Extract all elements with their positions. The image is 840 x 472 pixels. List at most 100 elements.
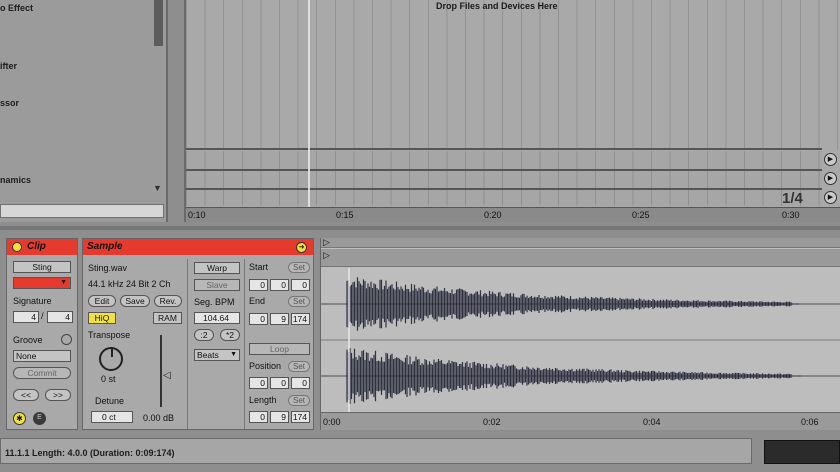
browser-item[interactable]: namics bbox=[0, 175, 31, 185]
reverse-button[interactable]: Rev. bbox=[154, 295, 182, 307]
length-bar[interactable]: 0 bbox=[249, 411, 268, 423]
gain-slider-thumb-icon[interactable]: ◁ bbox=[163, 370, 171, 381]
end-sixteenth[interactable]: 174 bbox=[291, 313, 310, 325]
track-lane[interactable] bbox=[186, 171, 822, 189]
play-icon[interactable]: ▶ bbox=[824, 191, 837, 204]
sample-filename: Sting.wav bbox=[88, 263, 128, 273]
transpose-value: 0 st bbox=[101, 374, 116, 384]
transpose-knob[interactable] bbox=[99, 347, 123, 371]
segbpm-field[interactable]: 104.64 bbox=[194, 312, 240, 324]
status-bar: 11.1.1 Length: 4.0.0 (Duration: 0:09:174… bbox=[0, 438, 752, 464]
loop-marker-icon[interactable]: ▷ bbox=[323, 250, 330, 261]
marker-lane[interactable]: ▷ bbox=[321, 238, 840, 248]
overview-thumbnail[interactable] bbox=[764, 440, 840, 464]
length-beat[interactable]: 9 bbox=[270, 411, 289, 423]
track-divider bbox=[186, 148, 822, 150]
position-sixteenth[interactable]: 0 bbox=[291, 377, 310, 389]
time-ruler[interactable]: 0:10 0:15 0:20 0:25 0:30 bbox=[186, 207, 840, 222]
browser-panel: o Effect ifter ssor namics ▼ bbox=[0, 0, 168, 222]
envelope-icon[interactable]: E bbox=[33, 412, 46, 425]
length-label: Length bbox=[249, 395, 277, 405]
warp-mode-value: Beats bbox=[197, 350, 219, 360]
ruler-label: 0:02 bbox=[483, 417, 501, 427]
start-bar[interactable]: 0 bbox=[249, 279, 268, 291]
end-label: End bbox=[249, 296, 266, 306]
warp-toggle[interactable]: Warp bbox=[194, 262, 240, 274]
groove-select[interactable]: None bbox=[13, 350, 71, 362]
insert-marker bbox=[308, 0, 310, 208]
start-sixteenth[interactable]: 0 bbox=[291, 279, 310, 291]
arrow-right-icon[interactable]: ➜ bbox=[296, 242, 307, 253]
detune-field[interactable]: 0 ct bbox=[91, 411, 133, 423]
dropdown-arrow-icon: ▼ bbox=[230, 351, 237, 358]
browser-item[interactable]: ifter bbox=[0, 61, 17, 71]
start-marker-icon[interactable]: ▷ bbox=[323, 238, 330, 248]
clip-name-field[interactable]: Sting bbox=[13, 261, 71, 273]
waveform bbox=[321, 268, 840, 412]
sample-panel: Sample ➜ Sting.wav 44.1 kHz 24 Bit 2 Ch … bbox=[82, 238, 314, 430]
browser-search-field[interactable] bbox=[0, 204, 164, 218]
column-divider bbox=[244, 259, 245, 429]
ruler-label: 0:15 bbox=[336, 210, 354, 220]
ruler-label: 0:00 bbox=[323, 417, 341, 427]
launch-icon[interactable]: ✱ bbox=[13, 412, 26, 425]
ruler-label: 0:04 bbox=[643, 417, 661, 427]
sample-header: Sample bbox=[83, 239, 313, 255]
signature-label: Signature bbox=[13, 296, 52, 306]
double-tempo-button[interactable]: *2 bbox=[220, 329, 240, 341]
sample-ruler[interactable]: 0:00 0:02 0:04 0:06 bbox=[321, 412, 840, 430]
end-set-button[interactable]: Set bbox=[288, 296, 310, 307]
end-beat[interactable]: 9 bbox=[270, 313, 289, 325]
scroll-down-icon[interactable]: ▼ bbox=[153, 183, 162, 193]
loop-toggle[interactable]: Loop bbox=[249, 343, 310, 355]
ruler-label: 0:25 bbox=[632, 210, 650, 220]
position-set-button[interactable]: Set bbox=[288, 361, 310, 372]
ruler-label: 0:06 bbox=[801, 417, 819, 427]
arrangement-grid[interactable] bbox=[186, 0, 840, 150]
segbpm-label: Seg. BPM bbox=[194, 297, 235, 307]
signature-numerator[interactable]: 4 bbox=[13, 311, 39, 323]
track-lane[interactable] bbox=[186, 151, 822, 169]
clip-color-select[interactable]: ▼ bbox=[13, 277, 71, 289]
position-beat[interactable]: 0 bbox=[270, 377, 289, 389]
start-set-button[interactable]: Set bbox=[288, 262, 310, 273]
save-button[interactable]: Save bbox=[120, 295, 150, 307]
arrangement-view: Drop Files and Devices Here ▶ ▶ ▶ 1/4 0:… bbox=[184, 0, 840, 222]
sample-display[interactable]: ▷ ▷ 0:00 0:02 0:04 0:06 bbox=[320, 238, 840, 430]
play-icon[interactable]: ▶ bbox=[824, 172, 837, 185]
column-divider bbox=[187, 259, 188, 429]
start-label: Start bbox=[249, 262, 269, 272]
clip-panel: Clip Sting ▼ Signature 4 / 4 Groove None… bbox=[6, 238, 78, 430]
length-sixteenth[interactable]: 174 bbox=[291, 411, 310, 423]
ruler-label: 0:20 bbox=[484, 210, 502, 220]
next-button[interactable]: >> bbox=[45, 389, 71, 401]
length-set-button[interactable]: Set bbox=[288, 395, 310, 406]
half-tempo-button[interactable]: :2 bbox=[194, 329, 214, 341]
end-bar[interactable]: 0 bbox=[249, 313, 268, 325]
start-beat[interactable]: 0 bbox=[270, 279, 289, 291]
edit-button[interactable]: Edit bbox=[88, 295, 116, 307]
position-label: Position bbox=[249, 361, 282, 371]
loop-lane[interactable]: ▷ bbox=[321, 249, 840, 267]
gain-slider-track[interactable] bbox=[160, 335, 162, 407]
ruler-label: 0:10 bbox=[188, 210, 206, 220]
browser-item[interactable]: o Effect bbox=[0, 3, 33, 13]
ram-toggle[interactable]: RAM bbox=[153, 312, 182, 324]
play-icon[interactable]: ▶ bbox=[824, 153, 837, 166]
ruler-label: 0:30 bbox=[782, 210, 800, 220]
warp-mode-select[interactable]: Beats ▼ bbox=[194, 349, 240, 361]
prev-button[interactable]: << bbox=[13, 389, 39, 401]
hiq-toggle[interactable]: HiQ bbox=[88, 312, 116, 324]
clip-activator-icon[interactable] bbox=[12, 242, 22, 252]
signature-denominator[interactable]: 4 bbox=[47, 311, 73, 323]
browser-item[interactable]: ssor bbox=[0, 98, 19, 108]
position-bar[interactable]: 0 bbox=[249, 377, 268, 389]
groove-label: Groove bbox=[13, 335, 43, 345]
groove-hotswap-icon[interactable] bbox=[61, 334, 72, 345]
track-lane[interactable] bbox=[186, 190, 822, 206]
commit-button[interactable]: Commit bbox=[13, 367, 71, 379]
browser-scrollbar[interactable] bbox=[154, 0, 163, 46]
status-text: 11.1.1 Length: 4.0.0 (Duration: 0:09:174… bbox=[5, 448, 175, 458]
slave-toggle[interactable]: Slave bbox=[194, 279, 240, 291]
page-indicator: 1/4 bbox=[782, 190, 803, 207]
